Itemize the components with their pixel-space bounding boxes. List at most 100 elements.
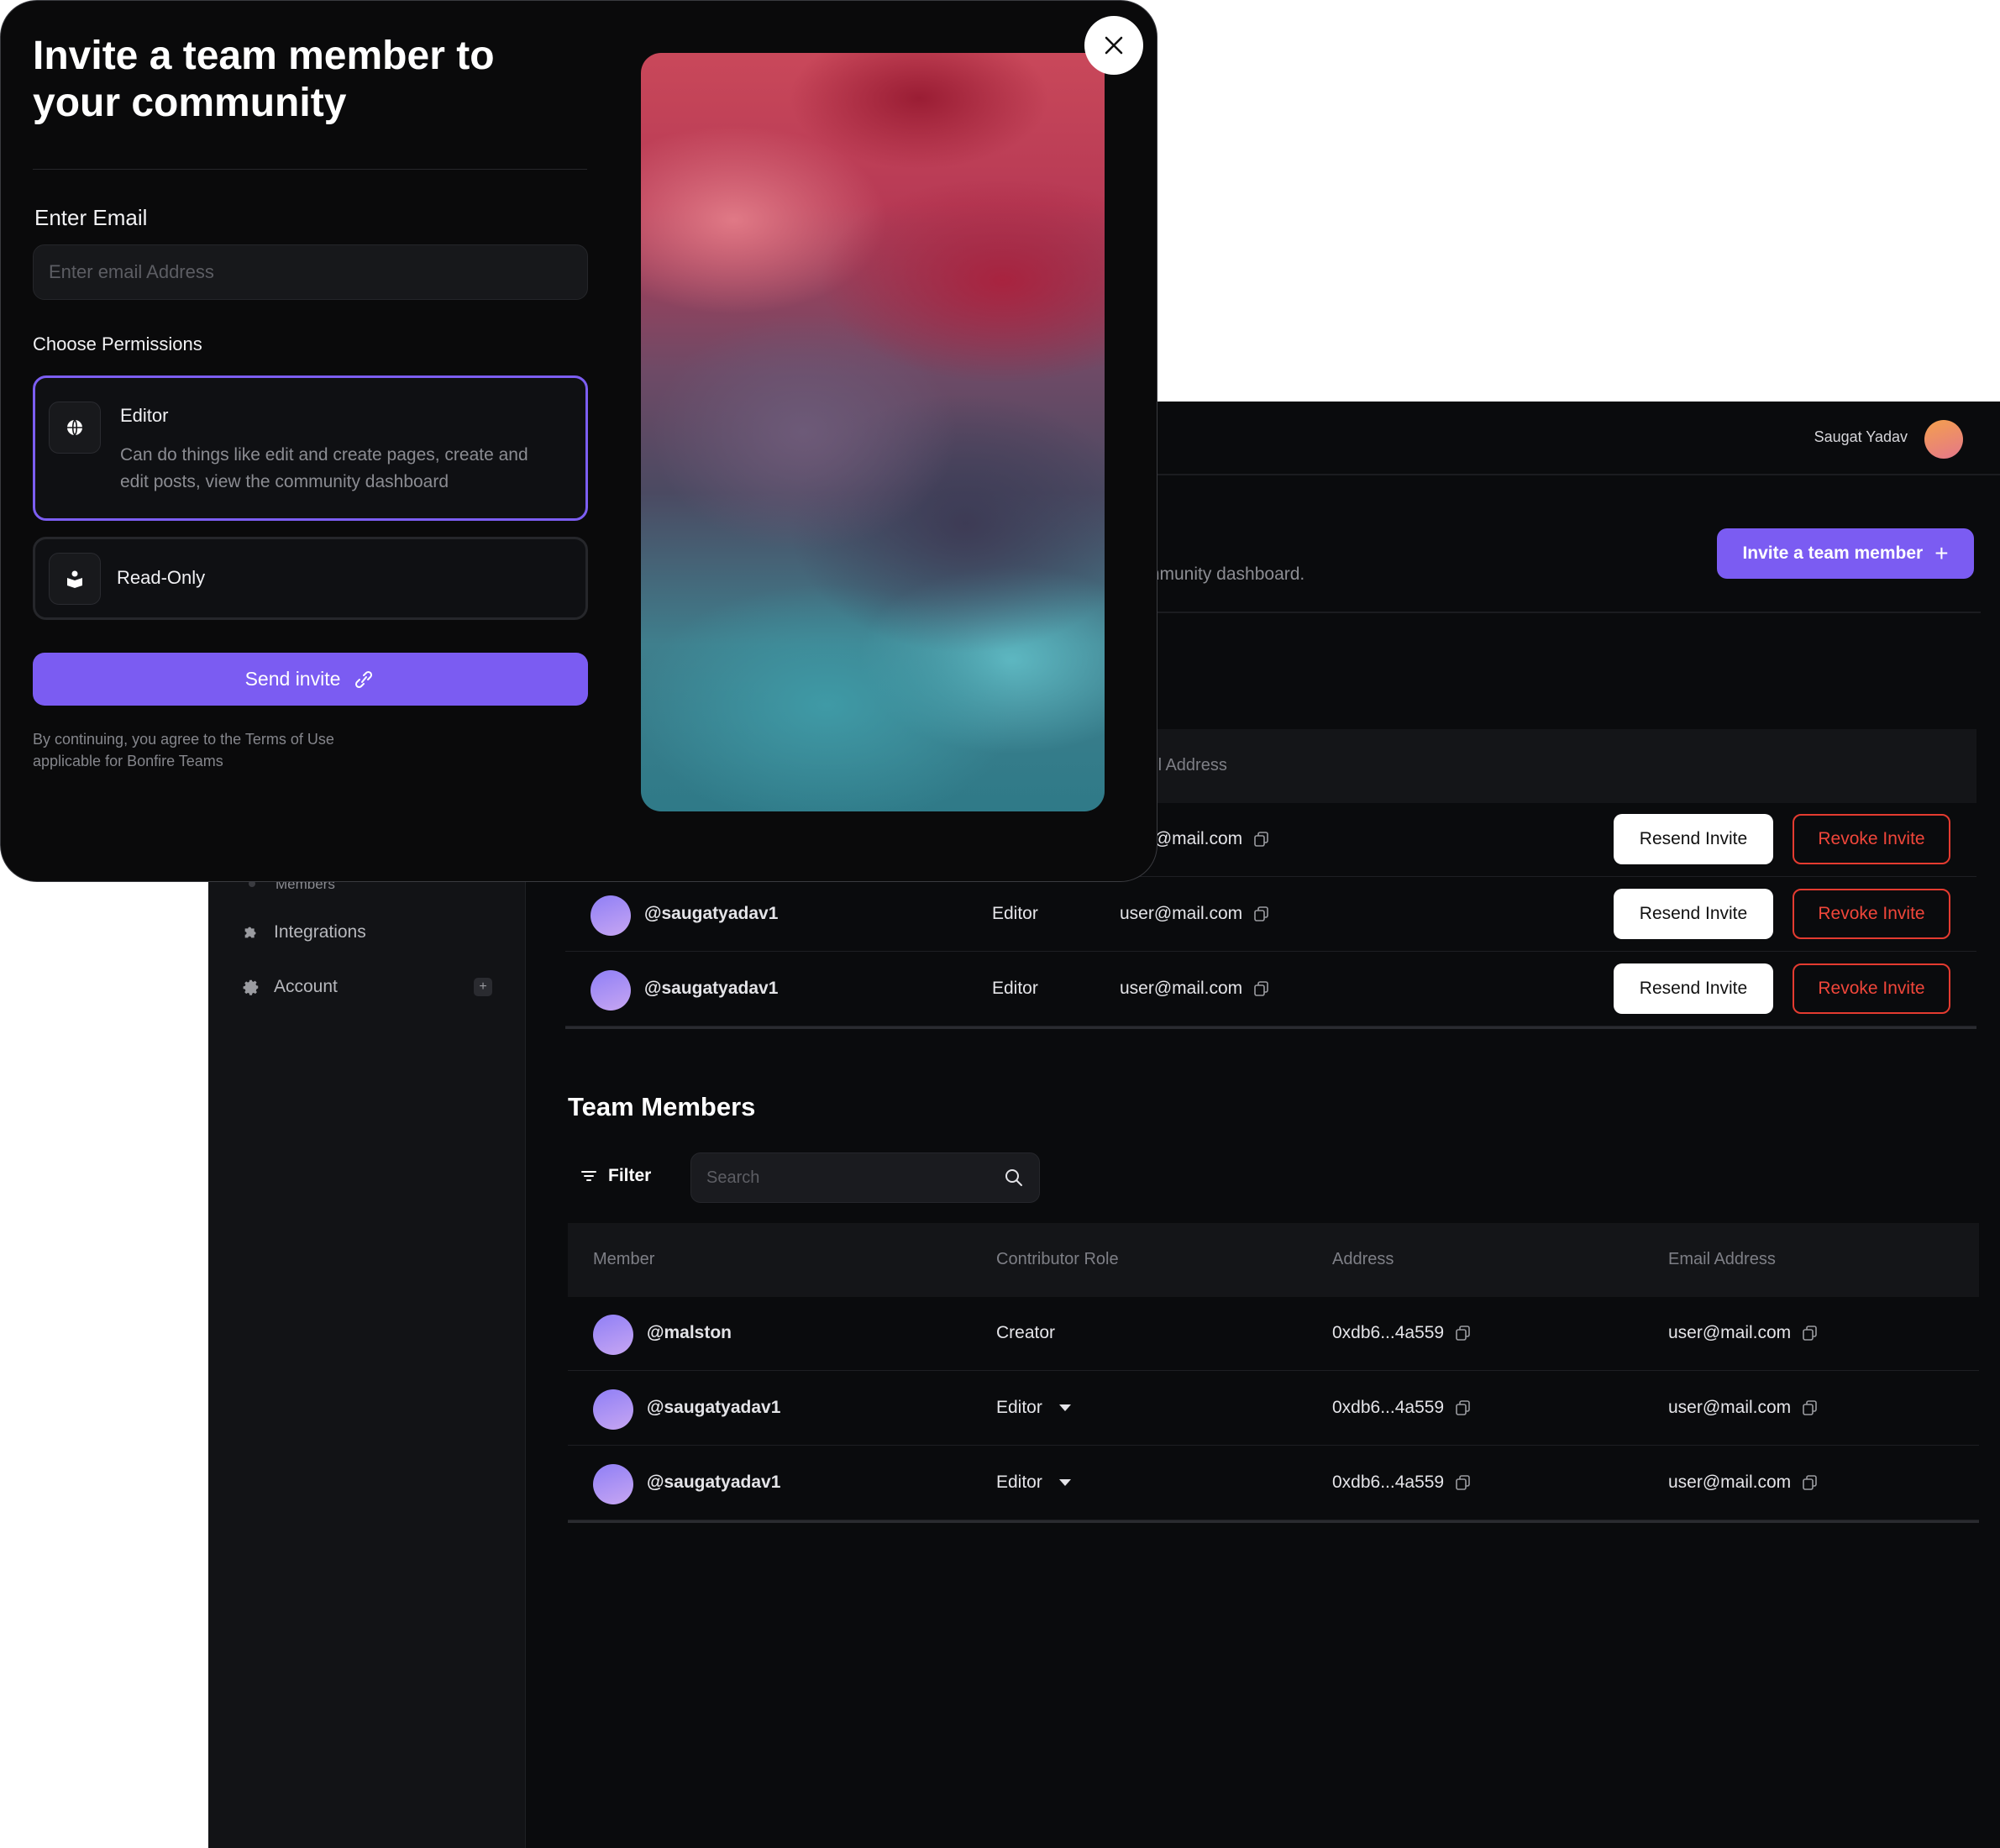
invite-handle: @saugatyadav1	[644, 979, 779, 998]
email-text: user@mail.com	[1120, 979, 1243, 998]
email-label: Enter Email	[34, 205, 148, 230]
invite-role: Editor	[992, 904, 1038, 923]
sidebar-item-integrations[interactable]: Integrations	[242, 922, 366, 942]
member-handle: @malston	[647, 1323, 732, 1342]
send-invite-label: Send invite	[244, 668, 341, 690]
member-handle: @saugatyadav1	[647, 1473, 781, 1492]
member-email: user@mail.com	[1668, 1323, 1818, 1343]
invite-row: @saugatyadav1 Editor user@mail.com Resen…	[565, 953, 1976, 1026]
search-field[interactable]	[690, 1152, 1040, 1203]
sidebar-item-account[interactable]: Account	[242, 977, 338, 997]
email-text: user@mail.com	[1668, 1398, 1792, 1417]
email-text: user@mail.com	[1120, 904, 1243, 923]
column-address: Address	[1332, 1250, 1394, 1268]
search-input[interactable]	[691, 1153, 977, 1202]
member-address: 0xdb6...4a559	[1332, 1323, 1471, 1343]
user-name: Saugat Yadav	[1814, 428, 1908, 445]
avatar	[593, 1464, 633, 1504]
table-end-divider	[568, 1520, 1979, 1523]
caret-down-icon	[1058, 1479, 1071, 1486]
filter-icon	[581, 1171, 596, 1181]
filter-label: Filter	[608, 1166, 652, 1185]
globe-icon	[49, 402, 101, 454]
resend-invite-button[interactable]: Resend Invite	[1614, 889, 1773, 939]
user-avatar[interactable]	[1924, 420, 1963, 459]
permission-option-editor[interactable]: Editor Can do things like edit and creat…	[33, 375, 588, 521]
page-subtitle: mmunity dashboard.	[1145, 564, 1305, 584]
invite-row: @saugatyadav1 Editor user@mail.com Resen…	[565, 878, 1976, 952]
copy-icon[interactable]	[1456, 1400, 1471, 1415]
column-member: Member	[593, 1250, 655, 1268]
role-dropdown[interactable]: Editor	[996, 1473, 1071, 1493]
members-table-header: Member Contributor Role Address Email Ad…	[568, 1223, 1979, 1297]
plus-icon: +	[1934, 540, 1949, 566]
address-text: 0xdb6...4a559	[1332, 1398, 1445, 1417]
avatar	[591, 895, 631, 936]
resend-invite-button[interactable]: Resend Invite	[1614, 814, 1773, 864]
permission-option-read-only[interactable]: Read-Only	[33, 537, 588, 620]
column-email: Email Address	[1668, 1250, 1776, 1268]
header-divider	[1141, 612, 1981, 613]
invite-email: user@mail.com	[1120, 979, 1269, 999]
copy-icon[interactable]	[1456, 1475, 1471, 1490]
permission-description: Can do things like edit and create pages…	[120, 445, 528, 491]
avatar	[593, 1315, 633, 1355]
copy-icon[interactable]	[1803, 1326, 1818, 1341]
link-icon	[355, 670, 373, 688]
abstract-artwork-image	[641, 53, 1105, 811]
member-email: user@mail.com	[1668, 1398, 1818, 1418]
member-handle: @saugatyadav1	[647, 1398, 781, 1417]
gear-icon	[243, 979, 259, 995]
invite-team-member-button[interactable]: Invite a team member +	[1717, 528, 1974, 579]
invite-email: user@mail.com	[1120, 904, 1269, 924]
permissions-label: Choose Permissions	[33, 333, 202, 354]
member-role: Creator	[996, 1323, 1056, 1342]
invite-modal: Invite a team member to your community E…	[0, 0, 1157, 882]
table-row: @malston Creator 0xdb6...4a559 user@mail…	[568, 1297, 1979, 1371]
role-text: Editor	[996, 1398, 1042, 1417]
table-row: @saugatyadav1 Editor 0xdb6...4a559 user@…	[568, 1446, 1979, 1520]
invite-handle: @saugatyadav1	[644, 904, 779, 923]
address-text: 0xdb6...4a559	[1332, 1323, 1445, 1342]
member-email: user@mail.com	[1668, 1473, 1818, 1493]
invite-button-label: Invite a team member	[1742, 543, 1924, 563]
modal-title: Invite a team member to your community	[33, 34, 495, 125]
revoke-invite-button[interactable]: Revoke Invite	[1793, 814, 1950, 864]
copy-icon[interactable]	[1803, 1475, 1818, 1490]
permission-name: Read-Only	[117, 567, 206, 588]
sidebar-item-label: Account	[274, 977, 338, 996]
resend-invite-button[interactable]: Resend Invite	[1614, 963, 1773, 1014]
copy-icon[interactable]	[1254, 832, 1269, 847]
filter-button[interactable]: Filter	[581, 1166, 651, 1186]
avatar	[591, 970, 631, 1011]
search-icon[interactable]	[1004, 1168, 1024, 1188]
revoke-invite-button[interactable]: Revoke Invite	[1793, 963, 1950, 1014]
section-title-team-members: Team Members	[568, 1092, 756, 1121]
role-dropdown[interactable]: Editor	[996, 1398, 1071, 1418]
permission-name: Editor	[120, 405, 169, 426]
close-button[interactable]	[1084, 16, 1143, 75]
reader-icon	[49, 553, 101, 605]
copy-icon[interactable]	[1456, 1326, 1471, 1341]
table-row: @saugatyadav1 Editor 0xdb6...4a559 user@…	[568, 1372, 1979, 1446]
address-text: 0xdb6...4a559	[1332, 1473, 1445, 1492]
table-end-divider	[565, 1026, 1976, 1029]
email-input[interactable]	[34, 245, 587, 299]
modal-divider	[33, 169, 587, 170]
terms-text: By continuing, you agree to the Terms of…	[33, 731, 334, 769]
copy-icon[interactable]	[1254, 981, 1269, 996]
account-add-button[interactable]: +	[474, 978, 492, 996]
avatar	[593, 1389, 633, 1430]
email-field[interactable]	[33, 244, 588, 300]
sidebar-item-label: Integrations	[274, 922, 366, 942]
copy-icon[interactable]	[1254, 906, 1269, 921]
invite-role: Editor	[992, 979, 1038, 998]
email-text: user@mail.com	[1668, 1473, 1792, 1492]
send-invite-button[interactable]: Send invite	[33, 653, 588, 706]
puzzle-icon	[244, 927, 256, 938]
column-role: Contributor Role	[996, 1250, 1119, 1268]
role-text: Editor	[996, 1473, 1042, 1492]
close-icon	[1105, 36, 1123, 55]
revoke-invite-button[interactable]: Revoke Invite	[1793, 889, 1950, 939]
copy-icon[interactable]	[1803, 1400, 1818, 1415]
